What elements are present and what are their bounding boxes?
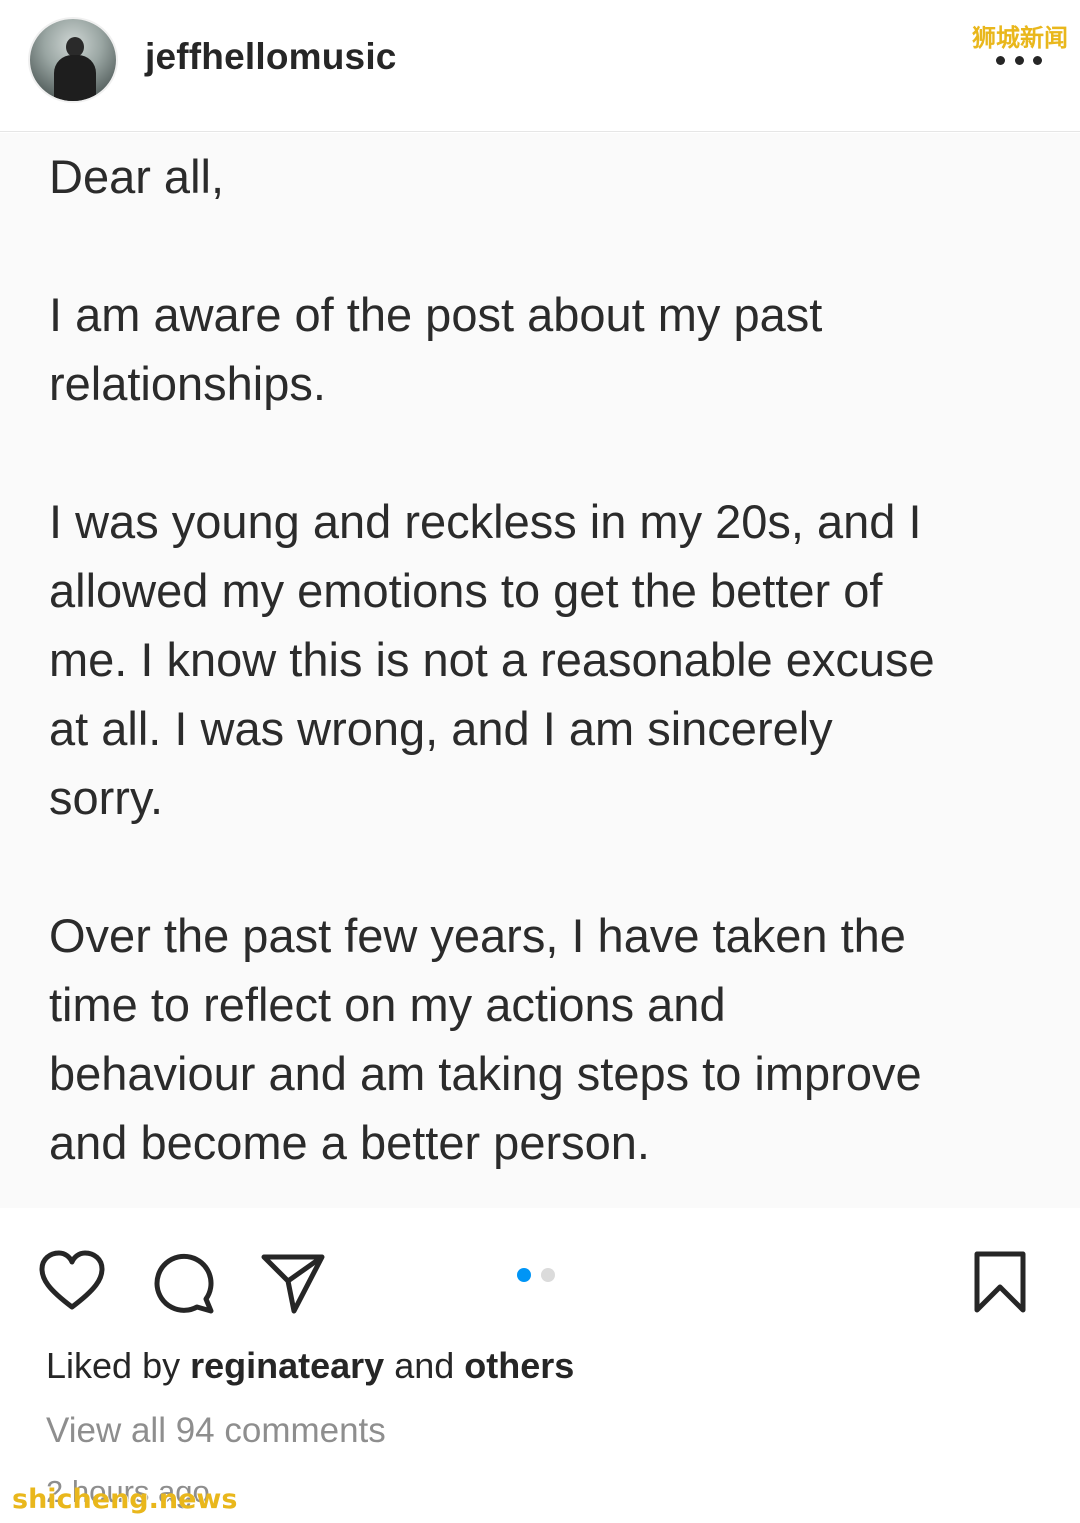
- carousel-dot: [541, 1268, 555, 1282]
- avatar-body: [54, 55, 96, 101]
- liked-by-user-link[interactable]: reginateary: [190, 1345, 384, 1386]
- likes-prefix: Liked by: [46, 1345, 191, 1386]
- likes-line: Liked by reginateary and others: [46, 1345, 574, 1387]
- comment-button[interactable]: [151, 1251, 215, 1315]
- share-icon: [261, 1254, 325, 1314]
- more-dot-icon: [996, 55, 1005, 65]
- username[interactable]: jeffhellomusic: [145, 36, 397, 78]
- bookmark-icon: [974, 1251, 1026, 1313]
- more-options-button[interactable]: [996, 52, 1042, 68]
- watermark-bottom: shicheng.news: [12, 1484, 238, 1515]
- carousel-dot-active: [517, 1268, 531, 1282]
- carousel-indicator: [517, 1267, 567, 1283]
- avatar[interactable]: [28, 17, 118, 103]
- like-button[interactable]: [38, 1249, 106, 1313]
- watermark-top: 狮城新闻: [972, 24, 1068, 52]
- view-comments-link[interactable]: View all 94 comments: [46, 1411, 386, 1451]
- heart-icon: [39, 1250, 105, 1310]
- liked-by-others-link[interactable]: others: [464, 1345, 574, 1386]
- comment-icon: [154, 1253, 214, 1314]
- more-dot-icon: [1033, 55, 1042, 65]
- more-dot-icon: [1014, 55, 1024, 65]
- post-text: Dear all, I am aware of the post about m…: [49, 150, 935, 1169]
- likes-middle: and: [384, 1345, 465, 1386]
- action-bar: [0, 1235, 1080, 1325]
- save-button[interactable]: [972, 1249, 1028, 1315]
- share-button[interactable]: [260, 1249, 326, 1315]
- avatar-head: [66, 37, 84, 57]
- post-header: jeffhellomusic 狮城新闻: [0, 0, 1080, 132]
